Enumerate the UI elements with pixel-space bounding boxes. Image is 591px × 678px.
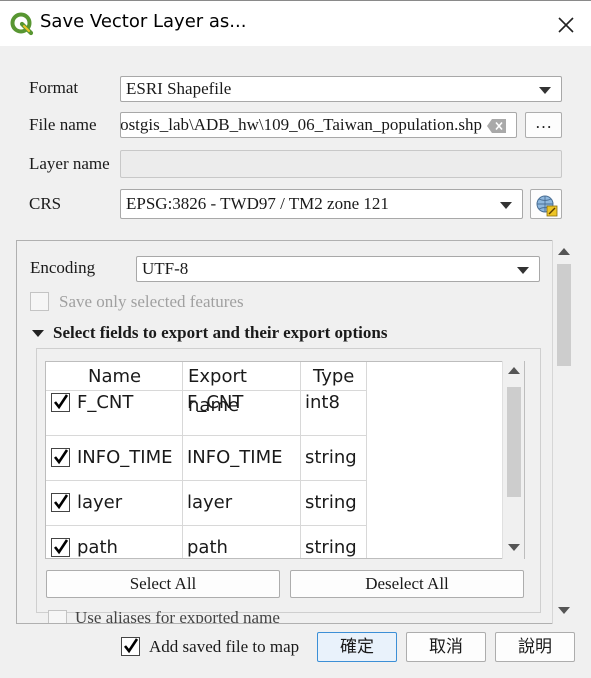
filename-input[interactable]: ostgis_lab\ADB_hw\109_06_Taiwan_populati…: [120, 112, 517, 138]
field-export-name[interactable]: INFO_TIME: [183, 436, 301, 481]
column-header-export-name[interactable]: Export name: [183, 362, 301, 416]
chevron-down-icon: [500, 202, 512, 209]
type-text: string: [305, 447, 357, 468]
crs-selector-button[interactable]: [530, 189, 562, 219]
scroll-up-icon[interactable]: [558, 248, 570, 255]
check-icon: [53, 394, 69, 410]
clear-icon[interactable]: [487, 119, 507, 133]
help-button[interactable]: 說明: [495, 632, 575, 662]
row-checkbox[interactable]: [51, 538, 70, 557]
crs-value: EPSG:3826 - TWD97 / TM2 zone 121: [126, 194, 389, 213]
field-export-name[interactable]: layer: [183, 481, 301, 526]
chevron-down-icon: [517, 267, 529, 274]
field-name: path: [77, 537, 118, 558]
close-icon[interactable]: [553, 12, 579, 38]
field-name: F_CNT: [77, 392, 134, 413]
field-type: int8: [301, 391, 367, 436]
use-aliases-checkbox[interactable]: [48, 610, 67, 623]
type-text: int8: [305, 392, 340, 413]
export-name-text: INFO_TIME: [187, 447, 283, 468]
scroll-down-icon[interactable]: [558, 607, 570, 614]
add-to-map-checkbox[interactable]: [121, 637, 140, 656]
type-text: string: [305, 537, 357, 558]
fields-table: Name Export name Type F_CNT F_CNT int8 I…: [45, 361, 525, 559]
check-icon: [53, 449, 69, 465]
layername-label: Layer name: [29, 154, 110, 173]
crs-select[interactable]: EPSG:3826 - TWD97 / TM2 zone 121: [120, 189, 523, 219]
scroll-thumb[interactable]: [507, 387, 521, 497]
check-icon: [53, 494, 69, 510]
export-name-text: layer: [187, 492, 233, 513]
crs-label: CRS: [29, 194, 62, 213]
save-selected-checkbox[interactable]: [30, 292, 49, 311]
format-select[interactable]: ESRI Shapefile: [120, 76, 562, 102]
table-row[interactable]: F_CNT: [46, 391, 183, 436]
scroll-up-icon[interactable]: [508, 367, 520, 374]
collapse-arrow-icon[interactable]: [32, 330, 44, 337]
scroll-thumb[interactable]: [557, 264, 571, 366]
fields-section-header[interactable]: Select fields to export and their export…: [53, 323, 387, 343]
check-icon: [123, 638, 139, 654]
field-type: string: [301, 481, 367, 526]
field-export-name[interactable]: path: [183, 526, 301, 558]
layername-input[interactable]: [120, 150, 562, 178]
title-bar: Save Vector Layer as...: [0, 0, 591, 46]
browse-button[interactable]: …: [525, 112, 562, 138]
table-row[interactable]: path: [46, 526, 183, 558]
encoding-select[interactable]: UTF-8: [136, 256, 540, 282]
scroll-down-icon[interactable]: [508, 544, 520, 551]
row-checkbox[interactable]: [51, 393, 70, 412]
filename-value: ostgis_lab\ADB_hw\109_06_Taiwan_populati…: [120, 115, 482, 134]
filename-label: File name: [29, 115, 97, 134]
row-checkbox[interactable]: [51, 493, 70, 512]
field-export-name[interactable]: F_CNT: [183, 391, 301, 436]
column-header-name[interactable]: Name: [46, 362, 183, 391]
export-name-text: path: [187, 537, 228, 558]
field-name: layer: [77, 492, 123, 513]
options-scrollbar[interactable]: [552, 240, 575, 624]
ok-button[interactable]: 確定: [317, 632, 397, 662]
qgis-logo-icon: [10, 12, 34, 36]
type-text: string: [305, 492, 357, 513]
format-value: ESRI Shapefile: [126, 79, 232, 98]
field-name: INFO_TIME: [77, 447, 173, 468]
format-label: Format: [29, 78, 79, 97]
encoding-value: UTF-8: [142, 259, 189, 278]
save-selected-label: Save only selected features: [59, 292, 244, 311]
use-aliases-row: Use aliases for exported name: [46, 608, 546, 623]
cancel-button[interactable]: 取消: [406, 632, 486, 662]
add-to-map-label: Add saved file to map: [149, 637, 300, 656]
deselect-all-button[interactable]: Deselect All: [290, 570, 524, 598]
column-header-type[interactable]: Type: [301, 362, 367, 391]
row-checkbox[interactable]: [51, 448, 70, 467]
use-aliases-label: Use aliases for exported name: [75, 608, 280, 623]
encoding-label: Encoding: [30, 258, 96, 277]
chevron-down-icon: [539, 87, 551, 94]
table-row[interactable]: INFO_TIME: [46, 436, 183, 481]
window-title: Save Vector Layer as...: [40, 11, 247, 32]
field-type: string: [301, 436, 367, 481]
export-name-text: F_CNT: [187, 392, 244, 413]
table-row[interactable]: layer: [46, 481, 183, 526]
select-all-button[interactable]: Select All: [46, 570, 280, 598]
table-scrollbar[interactable]: [502, 361, 524, 559]
check-icon: [53, 539, 69, 555]
field-type: string: [301, 526, 367, 558]
globe-icon: [536, 195, 558, 217]
